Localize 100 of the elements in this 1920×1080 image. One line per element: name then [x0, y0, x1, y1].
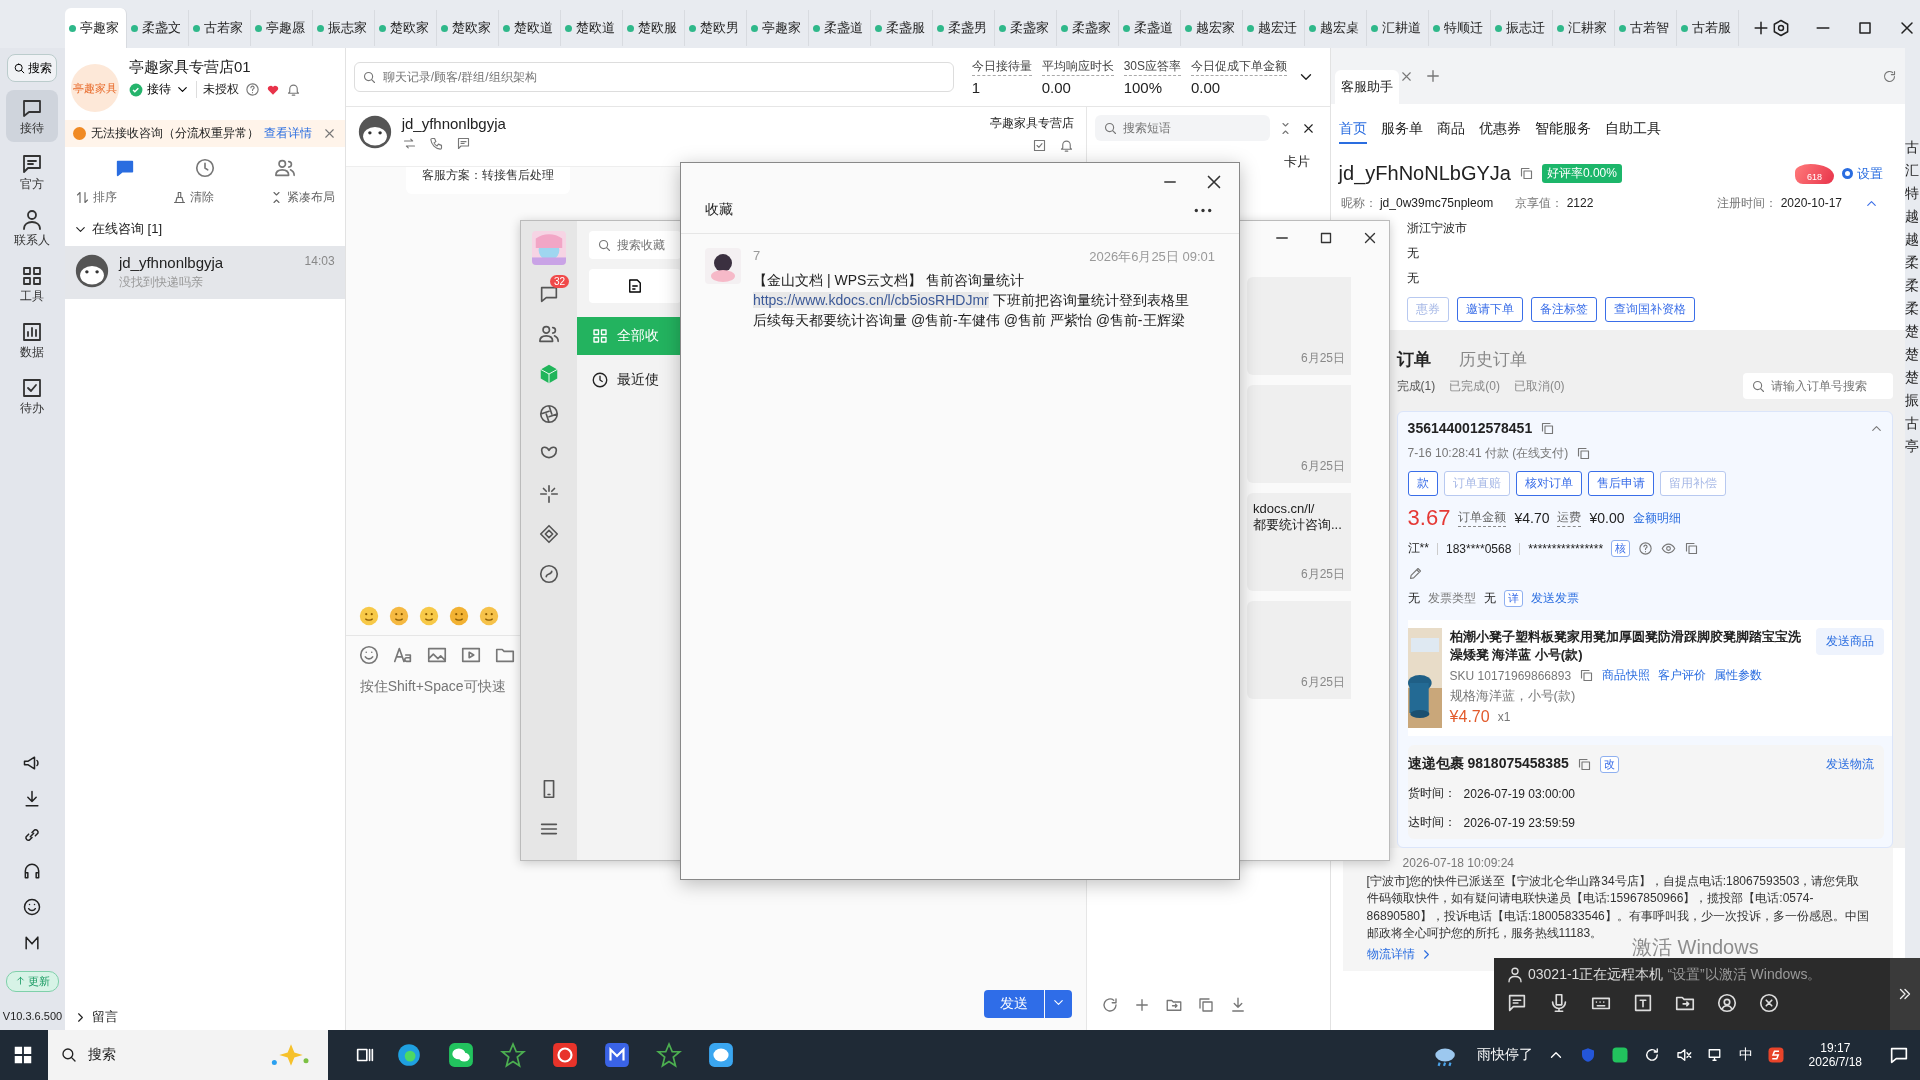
copy-icon[interactable]: [1576, 446, 1592, 461]
bell-icon[interactable]: [1058, 138, 1074, 153]
swirl-icon[interactable]: [538, 563, 560, 585]
search-field[interactable]: 搜索短语: [1094, 115, 1270, 141]
shop-tab[interactable]: 汇耕道: [1367, 10, 1429, 46]
shop-tab[interactable]: 汇: [1905, 161, 1920, 180]
shop-tab[interactable]: 越: [1905, 207, 1920, 226]
nav-item[interactable]: 工具: [6, 258, 59, 310]
shop-tab[interactable]: 楚: [1905, 345, 1920, 364]
settings-icon[interactable]: [1771, 18, 1791, 38]
action-button[interactable]: 查询国补资格: [1604, 297, 1695, 322]
product-link[interactable]: 商品快照: [1602, 667, 1651, 685]
emoji-icon[interactable]: [357, 605, 380, 627]
m-app-icon[interactable]: [604, 1042, 630, 1068]
group-header[interactable]: 在线咨询 [1]: [64, 212, 345, 246]
nav-tab[interactable]: 自助工具: [1604, 120, 1661, 144]
shop-tab[interactable]: 汇耕家: [1553, 10, 1615, 46]
shop-tab[interactable]: 柔: [1905, 253, 1920, 272]
document-link[interactable]: https://www.kdocs.cn/l/cb5iosRHDJmr: [753, 292, 989, 308]
send-options-button[interactable]: [1044, 990, 1072, 1018]
nav-item[interactable]: 官方: [6, 146, 59, 198]
message-icon[interactable]: [1506, 992, 1528, 1014]
conversation-item[interactable]: jd_yfhnonlbgyja 14:03 没找到快递吗亲: [64, 246, 345, 299]
order-filter[interactable]: 完成(1): [1396, 377, 1436, 395]
copy-icon[interactable]: [1540, 420, 1556, 436]
send-invoice-link[interactable]: 发送发票: [1530, 590, 1579, 607]
emoji-icon[interactable]: [387, 605, 410, 627]
logistics-details-link[interactable]: 物流详情: [1366, 945, 1434, 963]
shop-tab[interactable]: 楚欧服: [623, 10, 685, 46]
help-icon[interactable]: [1638, 541, 1654, 556]
shop-tab[interactable]: 亭趣愿: [251, 10, 313, 46]
list-action[interactable]: 紧凑布局: [268, 189, 335, 206]
people-icon[interactable]: [273, 157, 296, 179]
emoji-icon[interactable]: [477, 605, 500, 627]
verify-button[interactable]: 核: [1611, 540, 1631, 557]
shop-tab[interactable]: 柔盏家: [995, 10, 1057, 46]
shop-tab[interactable]: 振志迁: [1491, 10, 1553, 46]
shop-tab[interactable]: 柔盏文: [127, 10, 189, 46]
export-icon[interactable]: [1196, 996, 1215, 1014]
status-dropdown[interactable]: 接待: [128, 81, 197, 98]
shop-tab[interactable]: 柔: [1905, 276, 1920, 295]
nav-item[interactable]: 联系人: [6, 202, 59, 254]
search-button[interactable]: 搜索: [7, 54, 58, 82]
shop-tab[interactable]: 振: [1905, 391, 1920, 410]
shop-tab[interactable]: 特顺迁: [1429, 10, 1491, 46]
copy-icon[interactable]: [1579, 668, 1595, 684]
nav-item[interactable]: 待办: [6, 370, 59, 422]
browser-icon[interactable]: [396, 1042, 422, 1068]
search-field[interactable]: 聊天记录/顾客/群组/组织架构: [353, 62, 954, 92]
assistant-tab[interactable]: 客服助手: [1334, 70, 1399, 104]
phone-icon[interactable]: [428, 136, 444, 151]
aperture-icon[interactable]: [538, 403, 560, 425]
edit-button[interactable]: 改: [1599, 755, 1619, 773]
search-field[interactable]: 请输入订单号搜索: [1743, 373, 1893, 399]
refresh-icon[interactable]: [1882, 68, 1897, 84]
shop-tab[interactable]: 楚欧道: [561, 10, 623, 46]
smile-icon[interactable]: [22, 897, 43, 917]
comment-icon[interactable]: [455, 136, 471, 151]
group-header[interactable]: 留言: [64, 1000, 345, 1030]
checklist-icon[interactable]: [1031, 138, 1047, 153]
shop-tab[interactable]: 楚欧道: [499, 10, 561, 46]
send-product-button[interactable]: 发送商品: [1816, 628, 1884, 655]
shop-tab[interactable]: 柔盏男: [933, 10, 995, 46]
shop-tab[interactable]: 柔: [1905, 299, 1920, 318]
nav-tab[interactable]: 首页: [1338, 120, 1367, 144]
new-note-button[interactable]: [589, 269, 681, 303]
shop-tab[interactable]: 特: [1905, 184, 1920, 203]
copy-icon[interactable]: [1576, 756, 1592, 772]
shop-tab[interactable]: 越宏迁: [1243, 10, 1305, 46]
input-app-icon[interactable]: [1766, 1046, 1785, 1064]
send-button[interactable]: 发送: [983, 990, 1044, 1018]
edit-icon[interactable]: [1407, 566, 1423, 581]
send-logistics-link[interactable]: 发送物流: [1826, 755, 1874, 773]
action-button[interactable]: 邀请下单: [1456, 297, 1523, 322]
star-app-icon[interactable]: [500, 1042, 526, 1068]
user-switch-icon[interactable]: [1716, 992, 1738, 1014]
taskbar-search[interactable]: 搜索: [48, 1030, 328, 1080]
copy-icon[interactable]: [1684, 541, 1700, 556]
transfer-icon[interactable]: [401, 136, 417, 151]
invoice-detail-button[interactable]: 详: [1503, 590, 1523, 607]
close-icon[interactable]: [1758, 992, 1780, 1014]
shop-tab[interactable]: 越宏桌: [1305, 10, 1367, 46]
list-action[interactable]: 排序: [74, 189, 117, 206]
card-tab[interactable]: 卡片: [1283, 153, 1310, 171]
order-action-button[interactable]: 核对订单: [1515, 471, 1582, 496]
contacts-icon[interactable]: [538, 323, 560, 345]
copy-icon[interactable]: [1518, 166, 1534, 181]
sparkle-icon[interactable]: [538, 483, 560, 505]
order-tab[interactable]: 订单: [1396, 348, 1431, 371]
nav-tab[interactable]: 优惠券: [1478, 120, 1521, 144]
shop-tab[interactable]: 振志家: [313, 10, 375, 46]
favorite-card[interactable]: kdocs.cn/l/ 都要统计咨询... 6月25日: [1247, 493, 1351, 591]
shop-tab[interactable]: 古若服: [1677, 10, 1739, 46]
input-method[interactable]: 中: [1738, 1046, 1753, 1064]
refresh-icon[interactable]: [1100, 996, 1119, 1014]
shop-tab[interactable]: 楚欧家: [375, 10, 437, 46]
shop-tab[interactable]: 古: [1905, 414, 1920, 433]
nav-item[interactable]: 数据: [6, 314, 59, 366]
product-link[interactable]: 客户评价: [1658, 667, 1707, 685]
shop-tab[interactable]: 楚: [1905, 322, 1920, 341]
